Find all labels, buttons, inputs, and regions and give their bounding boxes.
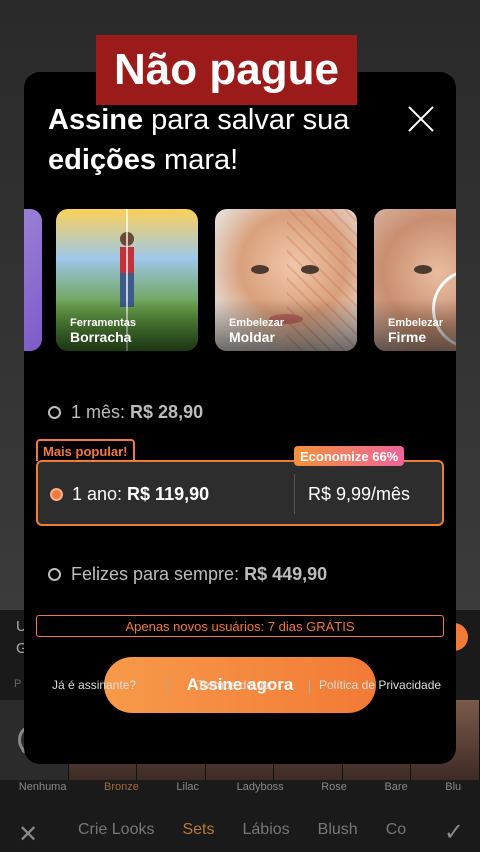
card-title: Borracha	[70, 329, 132, 345]
radio-icon	[48, 568, 61, 581]
plan-label: 1 ano: R$ 119,90	[72, 484, 209, 505]
promo-banner: Não pague	[96, 35, 357, 105]
radio-icon	[48, 406, 61, 419]
divider	[294, 474, 295, 514]
link-already-subscriber[interactable]: Já é assinante?	[52, 678, 136, 692]
tab-blush: Blush	[317, 821, 358, 838]
preset-label: Ladyboss	[236, 781, 284, 793]
link-terms[interactable]: Termos de uso	[197, 678, 276, 692]
tab-sets: Sets	[182, 821, 215, 838]
plan-label: Felizes para sempre:	[71, 564, 240, 584]
link-privacy[interactable]: Política de Privacidade	[319, 678, 441, 692]
feature-card[interactable]	[24, 209, 42, 351]
preset-label: Lilac	[176, 781, 200, 793]
title-bold: edições	[48, 144, 156, 176]
feature-card-reshape[interactable]: Embelezar Moldar	[215, 209, 357, 351]
divider	[309, 680, 310, 694]
title-text: mara!	[156, 144, 239, 176]
face-eye	[251, 265, 269, 274]
popular-tag: Mais popular!	[36, 439, 135, 461]
divider	[166, 680, 167, 694]
preset-labels: Nenhuma Bronze Lilac Ladyboss Rose Bare …	[0, 781, 480, 793]
plan-yearly[interactable]: 1 ano: R$ 119,90 R$ 9,99/mês	[36, 460, 444, 526]
face-eye	[414, 265, 432, 274]
plan-price: R$ 28,90	[130, 402, 204, 422]
preset-label: Bronze	[104, 781, 139, 793]
feature-carousel[interactable]: Ferramentas Borracha Embelezar Moldar Em…	[24, 209, 456, 351]
savings-badge: Economize 66%	[294, 446, 405, 466]
plan-label: 1 mês:	[71, 402, 126, 422]
modal-title: Assine para salvar sua edições mara!	[48, 100, 398, 180]
footer-links: Já é assinante? Termos de uso Política d…	[0, 678, 480, 696]
card-title: Moldar	[229, 329, 275, 345]
preset-label: Rose	[321, 781, 347, 793]
preset-label: Blu	[445, 781, 462, 793]
radio-selected-icon	[50, 488, 63, 501]
trial-notice: Apenas novos usuários: 7 dias GRÁTIS	[36, 615, 444, 637]
plan-price: R$ 449,90	[244, 564, 328, 584]
check-icon: ✓	[443, 819, 464, 846]
title-text: para salvar sua	[143, 104, 350, 136]
plan-price-per-month: R$ 9,99/mês	[308, 484, 411, 504]
feature-card-eraser[interactable]: Ferramentas Borracha	[56, 209, 198, 351]
feature-card-firm[interactable]: Embelezar Firme	[374, 209, 456, 351]
card-title: Firme	[388, 329, 427, 345]
subscription-modal: Assine para salvar sua edições mara! Fer…	[24, 72, 456, 764]
close-button[interactable]	[406, 104, 436, 134]
tab-labios: Lábios	[242, 821, 290, 838]
preset-label: Bare	[384, 781, 408, 793]
bottom-tabs: Crie Looks Sets Lábios Blush Co	[0, 808, 480, 852]
tab-crie-looks: Crie Looks	[78, 821, 155, 838]
face-eye	[301, 265, 319, 274]
preset-label: Nenhuma	[18, 781, 67, 793]
card-category: Embelezar	[388, 317, 444, 329]
plan-price: R$ 119,90	[127, 484, 210, 504]
plan-label-text: 1 ano:	[72, 484, 123, 504]
card-category: Embelezar	[229, 317, 285, 329]
tab-co: Co	[385, 821, 407, 838]
title-bold: Assine	[48, 104, 144, 136]
plan-monthly[interactable]: 1 mês: R$ 28,90	[48, 402, 203, 423]
card-category: Ferramentas	[70, 317, 137, 329]
plan-lifetime[interactable]: Felizes para sempre: R$ 449,90	[48, 564, 327, 585]
